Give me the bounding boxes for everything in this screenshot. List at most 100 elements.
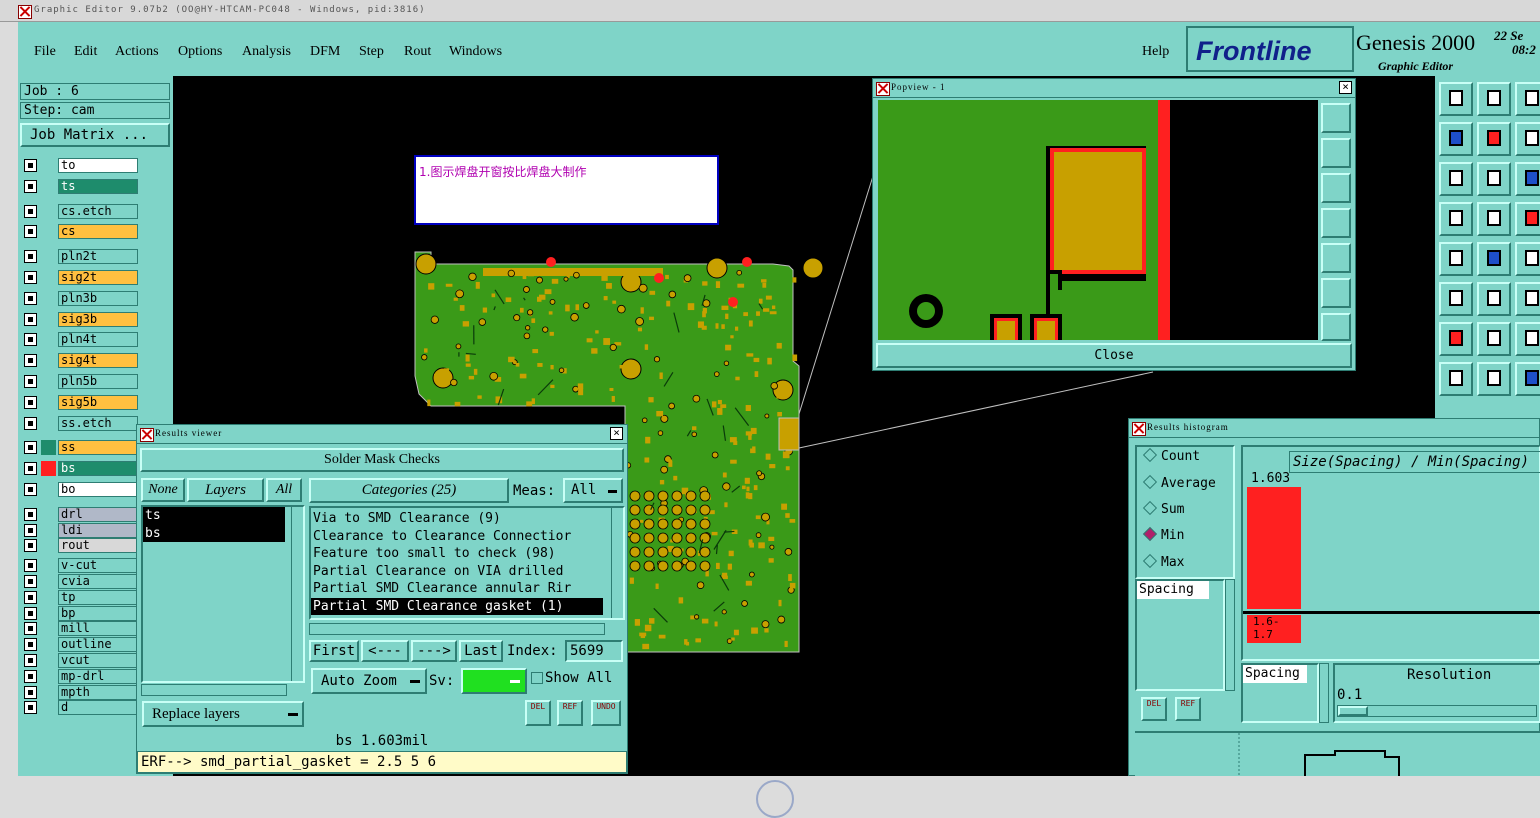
array-icon[interactable] [1515,362,1540,396]
list-item[interactable]: bs [143,524,285,542]
slash-icon[interactable] [1477,322,1511,356]
category-item[interactable]: Via to SMD Clearance (9) [311,510,603,528]
layer-label[interactable]: tp [58,589,138,605]
layer-label[interactable]: pln5b [58,374,138,389]
category-item[interactable]: Partial SMD Clearance annular Rir [311,580,603,598]
layer-color-swatch[interactable] [41,522,56,538]
layer-label[interactable]: cs.etch [58,203,138,219]
spacing-list-scrollbar[interactable] [1319,663,1329,723]
layer-checkbox[interactable] [24,507,37,521]
select-icon[interactable] [1515,202,1540,236]
fit-icon[interactable] [1439,162,1473,196]
layer-up-icon[interactable] [1439,82,1473,116]
category-item[interactable]: Feature too small to check (98) [311,545,603,563]
layer-label[interactable]: sig5b [58,394,138,410]
first-button[interactable]: First [309,640,359,662]
layer-checkbox[interactable] [24,539,37,553]
menu-help[interactable]: Help [1142,44,1169,60]
layer-color-swatch[interactable] [41,558,56,574]
layer-checkbox[interactable] [24,250,37,264]
layer-color-swatch[interactable] [41,461,56,477]
job-matrix-button[interactable]: Job Matrix ... [20,123,170,147]
layer-label[interactable]: sig3b [58,311,138,327]
menu-file[interactable]: File [34,44,56,60]
layers-button[interactable]: Layers [187,478,264,502]
next-button[interactable]: ---> [411,640,457,662]
layer-label[interactable]: drl [58,506,138,522]
layer-label[interactable]: ss [58,440,138,456]
line-icon[interactable] [1439,322,1473,356]
last-button[interactable]: Last [459,640,503,662]
layer-label[interactable]: cvia [58,574,138,589]
category-item[interactable]: Partial SMD Clearance gasket (1) [311,597,603,615]
layer-color-swatch[interactable] [41,224,56,240]
menu-analysis[interactable]: Analysis [242,44,291,60]
ratio-icon[interactable] [1515,162,1540,196]
layer-color-swatch[interactable] [41,621,56,637]
radio-min[interactable]: Min [1142,526,1184,543]
layer-label[interactable]: pln4t [58,332,138,348]
layer-label[interactable]: sig2t [58,270,138,285]
zoom-in-icon[interactable] [1321,313,1351,341]
layer-label[interactable]: mpth [58,684,138,700]
layer-label[interactable]: outline [58,637,138,653]
pan-right-icon[interactable] [1321,243,1351,273]
layer-checkbox[interactable] [24,638,37,652]
layer-checkbox[interactable] [24,462,37,476]
layer-label[interactable]: bp [58,605,138,621]
layer-checkbox[interactable] [24,483,37,496]
menu-options[interactable]: Options [178,44,222,60]
layer-label[interactable]: ldi [58,522,138,538]
snap-left-icon[interactable] [1439,122,1473,156]
layer-color-swatch[interactable] [41,538,56,554]
layer-label[interactable]: mill [58,621,138,637]
zoom-out-icon[interactable] [1321,278,1351,308]
layer-checkbox[interactable] [24,559,37,573]
view-icon[interactable] [1477,202,1511,236]
pan-up-icon[interactable] [1321,138,1351,168]
histogram-del-button[interactable]: DEL [1141,697,1167,721]
layer-label[interactable]: rout [58,538,138,554]
show-all-checkbox[interactable] [531,672,543,684]
layer-color-swatch[interactable] [41,482,56,497]
ref-button[interactable]: REF [557,700,583,726]
all-button[interactable]: All [266,478,302,502]
measure-icon[interactable] [1439,202,1473,236]
layer-checkbox[interactable] [24,204,37,218]
layer-checkbox[interactable] [24,395,37,409]
menu-actions[interactable]: Actions [115,44,159,60]
layer-label[interactable]: cs [58,224,138,240]
resolution-slider[interactable] [1337,705,1537,717]
radio-sum[interactable]: Sum [1142,500,1184,517]
layer-label[interactable]: pln3b [58,290,138,306]
layer-checkbox[interactable] [24,575,37,588]
popview-close-button[interactable]: Close [876,343,1352,368]
route-icon[interactable] [1515,282,1540,316]
layer-color-swatch[interactable] [41,637,56,653]
layer-color-swatch[interactable] [41,668,56,684]
categories-button[interactable]: Categories (25) [309,478,509,503]
layer-checkbox[interactable] [24,159,37,172]
menu-windows[interactable]: Windows [449,44,502,60]
layer-checkbox[interactable] [24,669,37,683]
layer-checkbox[interactable] [24,701,37,715]
layer-down-icon[interactable] [1477,82,1511,116]
layer-label[interactable]: mp-drl [58,668,138,684]
menu-edit[interactable]: Edit [74,44,97,60]
layer-color-swatch[interactable] [41,158,56,173]
marker-icon[interactable] [1439,242,1473,276]
layer-label[interactable]: bs [58,461,138,477]
layer-checkbox[interactable] [24,590,37,604]
radio-average[interactable]: Average [1142,474,1216,491]
undo-button[interactable]: UNDO [591,700,621,726]
layer-checkbox[interactable] [24,271,37,284]
layer-checkbox[interactable] [24,685,37,699]
layer-color-swatch[interactable] [41,374,56,389]
connect-icon[interactable] [1439,282,1473,316]
close-icon[interactable]: × [610,427,623,440]
layer-color-swatch[interactable] [41,178,56,194]
layer-label[interactable]: v-cut [58,558,138,574]
list-item[interactable]: Spacing [1137,581,1209,599]
layer-color-swatch[interactable] [41,700,56,716]
auto-zoom-dropdown[interactable]: Auto Zoom [311,668,427,694]
